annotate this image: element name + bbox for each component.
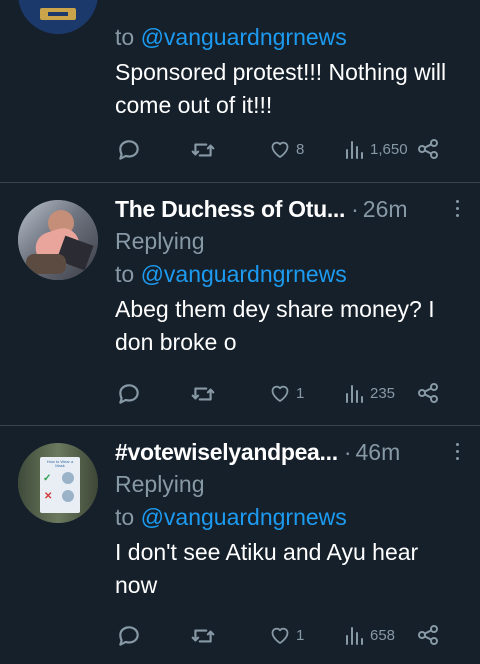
share-icon [418, 625, 438, 645]
retweet-icon [191, 387, 215, 401]
retweet-icon [191, 143, 215, 157]
handle-link[interactable]: @vanguardngrnews [141, 504, 347, 530]
display-name[interactable]: #votewiselyandpea... [115, 439, 338, 466]
more-icon[interactable] [454, 443, 460, 464]
replying-label: Replying [115, 471, 205, 497]
reply-button[interactable] [116, 381, 142, 407]
handle-link[interactable]: @vanguardngrnews [141, 24, 347, 50]
reply-icon [119, 626, 139, 646]
more-icon[interactable] [454, 200, 460, 221]
like-count: 1 [296, 626, 305, 644]
avatar[interactable] [18, 200, 98, 280]
mask-sign: How to Wear a Mask ✓ ✕ [40, 457, 80, 513]
retweet-button[interactable] [190, 623, 216, 649]
replying-to: to @vanguardngrnews [115, 261, 347, 287]
timestamp[interactable]: 46m [356, 439, 401, 466]
views-button[interactable]: 1,650 [344, 137, 408, 161]
like-button[interactable]: 1 [268, 623, 304, 647]
tweet-3[interactable]: How to Wear a Mask ✓ ✕ #votewiselyandpea… [0, 426, 480, 664]
share-button[interactable] [416, 381, 440, 405]
tweet-text: Sponsored protest!!! Nothing will come o… [115, 59, 447, 118]
reply-icon [119, 140, 139, 160]
retweet-icon [191, 629, 215, 643]
avatar[interactable]: How to Wear a Mask ✓ ✕ [18, 443, 98, 523]
tweet-text: I don't see Atiku and Ayu hear now [115, 539, 419, 598]
views-icon [346, 385, 363, 403]
views-icon [346, 627, 363, 645]
reply-button[interactable] [116, 623, 142, 649]
view-count: 658 [370, 626, 396, 644]
handle-link[interactable]: @vanguardngrnews [141, 261, 347, 287]
retweet-button[interactable] [190, 381, 216, 407]
like-icon [271, 141, 289, 158]
retweet-button[interactable] [190, 137, 216, 163]
tweet-header: The Duchess of Otu... · 26m [115, 194, 460, 224]
share-button[interactable] [416, 623, 440, 647]
sign-title: How to Wear a Mask [46, 459, 74, 468]
views-button[interactable]: 658 [344, 623, 395, 647]
like-count: 8 [296, 140, 305, 158]
view-count: 1,650 [370, 140, 408, 158]
separator-dot: · [351, 195, 359, 222]
share-icon [418, 383, 438, 403]
views-button[interactable]: 235 [344, 381, 395, 405]
view-count: 235 [370, 384, 396, 402]
avatar[interactable] [18, 0, 98, 34]
like-count: 1 [296, 384, 305, 402]
reply-button[interactable] [116, 137, 142, 163]
tweet-2[interactable]: The Duchess of Otu... · 26m Replying to … [0, 183, 480, 425]
replying-to: to @vanguardngrnews [115, 504, 347, 530]
views-icon [346, 141, 363, 159]
reply-icon [119, 384, 139, 404]
tweet-text: Abeg them dey share money? I don broke o [115, 296, 435, 355]
like-button[interactable]: 8 [268, 137, 304, 161]
replying-to: to @vanguardngrnews [115, 24, 347, 50]
replying-label: Replying [115, 228, 205, 254]
tweet-1[interactable]: to @vanguardngrnews Sponsored protest!!!… [0, 0, 480, 182]
separator-dot: · [343, 438, 352, 465]
share-icon [418, 139, 438, 159]
like-icon [271, 627, 289, 644]
share-button[interactable] [416, 137, 440, 161]
tweet-header: #votewiselyandpea... · 46m [115, 437, 460, 467]
timestamp[interactable]: 26m [363, 196, 408, 223]
like-icon [271, 385, 289, 402]
like-button[interactable]: 1 [268, 381, 304, 405]
display-name[interactable]: The Duchess of Otu... [115, 196, 345, 223]
